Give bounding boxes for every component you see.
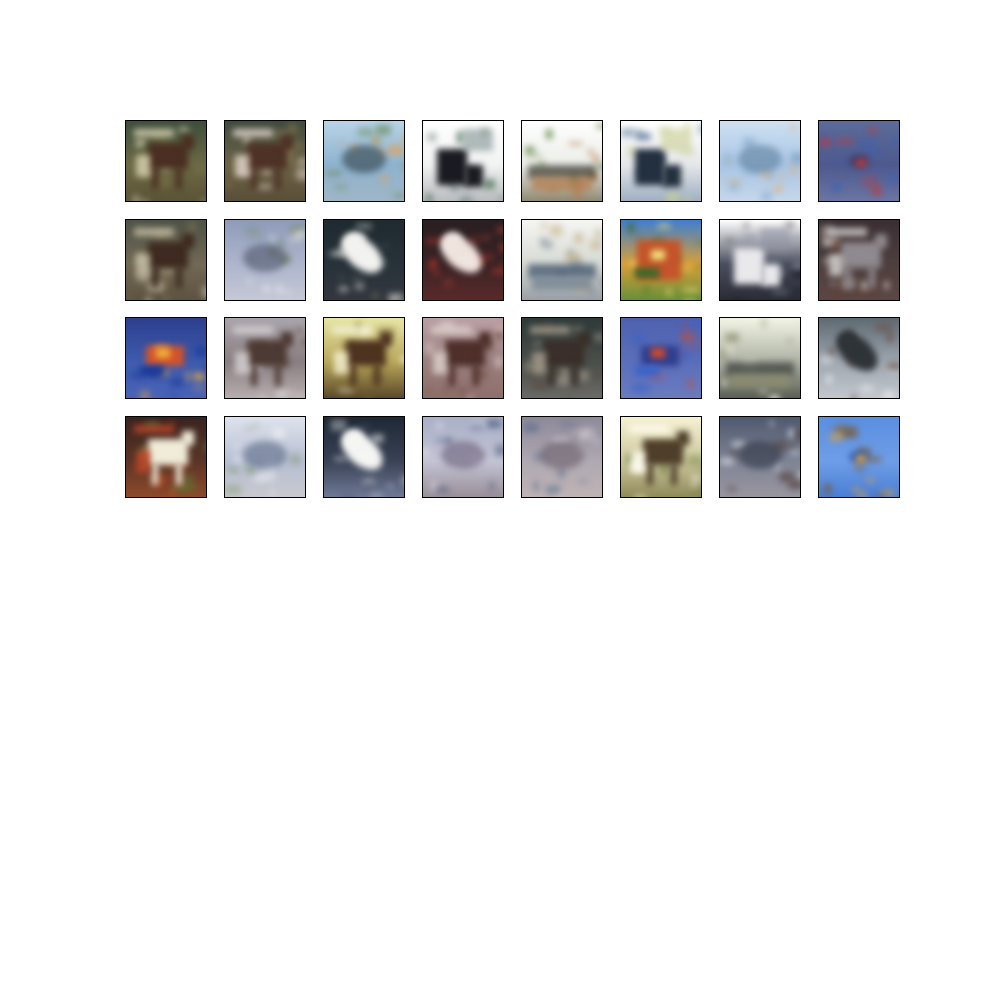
sample-image (521, 219, 603, 301)
sample-image (323, 317, 405, 399)
sample-image (125, 416, 207, 498)
sample-image (224, 317, 306, 399)
sample-image-pixels (225, 220, 305, 300)
sample-image (224, 416, 306, 498)
sample-image (422, 120, 504, 202)
sample-image-pixels (720, 220, 800, 300)
sample-image-pixels (225, 318, 305, 398)
sample-image-pixels (324, 220, 404, 300)
sample-image (125, 317, 207, 399)
sample-image-pixels (720, 318, 800, 398)
sample-image-pixels (522, 121, 602, 201)
sample-image (620, 317, 702, 399)
sample-image (719, 416, 801, 498)
sample-image (224, 219, 306, 301)
sample-image-pixels (522, 220, 602, 300)
sample-image-pixels (720, 417, 800, 497)
sample-image-pixels (522, 318, 602, 398)
sample-image-pixels (324, 318, 404, 398)
sample-image-pixels (423, 318, 503, 398)
sample-image-pixels (819, 121, 899, 201)
sample-image-pixels (225, 121, 305, 201)
sample-image (422, 416, 504, 498)
sample-image-pixels (621, 220, 701, 300)
sample-image-pixels (819, 220, 899, 300)
sample-image-pixels (819, 417, 899, 497)
sample-image-pixels (423, 220, 503, 300)
sample-image (125, 120, 207, 202)
sample-image-pixels (522, 417, 602, 497)
sample-image (521, 120, 603, 202)
sample-image (323, 416, 405, 498)
sample-image (521, 317, 603, 399)
sample-image-pixels (720, 121, 800, 201)
sample-image-grid (125, 120, 901, 498)
sample-image-pixels (225, 417, 305, 497)
sample-image (521, 416, 603, 498)
sample-image (422, 219, 504, 301)
sample-image-pixels (324, 417, 404, 497)
sample-image (620, 219, 702, 301)
sample-image (818, 416, 900, 498)
sample-image (422, 317, 504, 399)
sample-image-pixels (324, 121, 404, 201)
sample-image-pixels (423, 417, 503, 497)
sample-image-pixels (819, 318, 899, 398)
sample-image (818, 219, 900, 301)
sample-image-pixels (126, 318, 206, 398)
sample-image (224, 120, 306, 202)
sample-image (323, 120, 405, 202)
sample-image (719, 120, 801, 202)
sample-image (818, 317, 900, 399)
sample-image (125, 219, 207, 301)
sample-image (719, 219, 801, 301)
sample-image (818, 120, 900, 202)
sample-image-pixels (621, 318, 701, 398)
sample-image-pixels (126, 417, 206, 497)
sample-image (620, 416, 702, 498)
sample-image-pixels (126, 121, 206, 201)
sample-image-pixels (126, 220, 206, 300)
sample-image (620, 120, 702, 202)
sample-image-pixels (423, 121, 503, 201)
sample-image-pixels (621, 121, 701, 201)
sample-image (719, 317, 801, 399)
sample-image (323, 219, 405, 301)
figure-canvas (0, 0, 1000, 1000)
sample-image-pixels (621, 417, 701, 497)
